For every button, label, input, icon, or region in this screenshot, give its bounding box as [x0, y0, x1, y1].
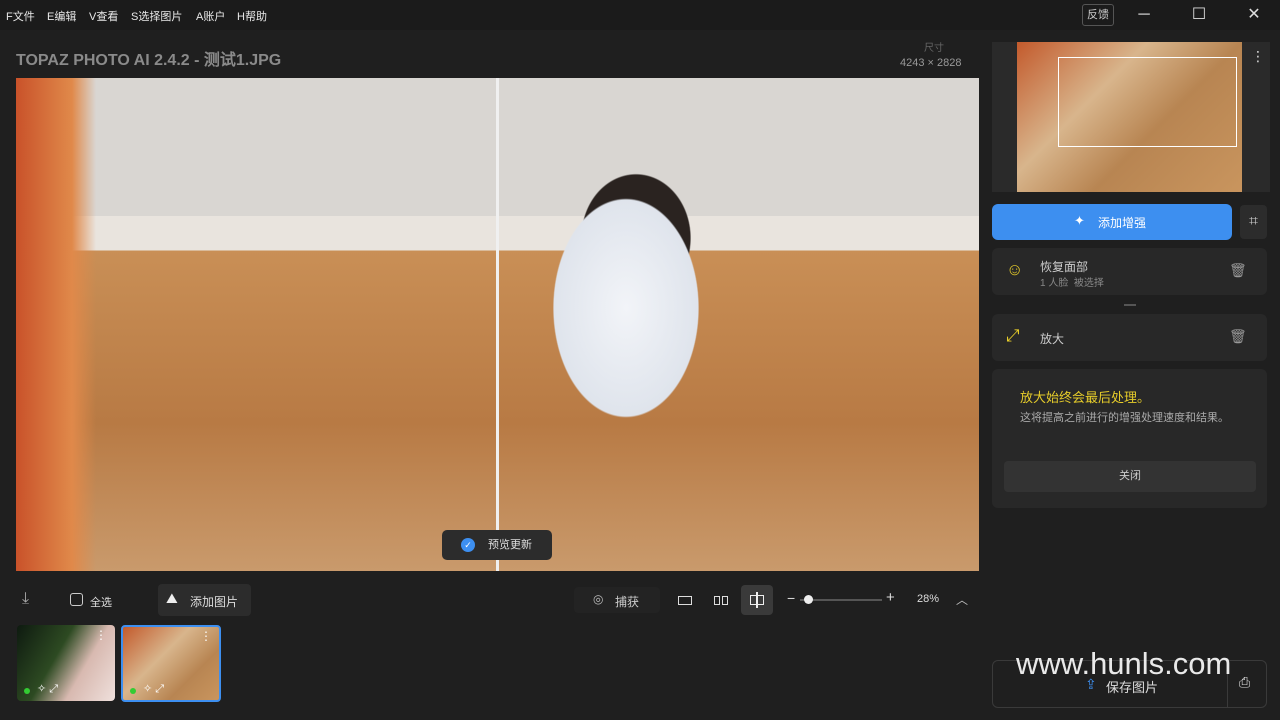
camera-icon: ◎: [593, 592, 604, 606]
close-notice-button[interactable]: 关闭: [1004, 461, 1256, 492]
crop-button[interactable]: ⌗: [1240, 205, 1267, 239]
zoom-out-button[interactable]: −: [787, 590, 795, 606]
import-icon[interactable]: ⤓: [22, 590, 29, 608]
more-icon[interactable]: ⋮: [200, 629, 212, 643]
compare-split-handle[interactable]: [496, 78, 499, 571]
capture-label: 捕获: [615, 595, 640, 609]
split-line: [756, 592, 758, 608]
capture-button[interactable]: ◎ 捕获: [574, 587, 660, 613]
preview-update-badge: ✓ 预览更新: [442, 530, 552, 560]
menu-bar: F文件 E编辑 V查看 S选择图片 A账户 H帮助 反馈 ─ ☐ ✕: [0, 0, 1280, 30]
single-view-icon[interactable]: [678, 596, 692, 605]
more-icon[interactable]: ⋮: [1251, 48, 1265, 65]
add-image-button[interactable]: ⛰ 添加图片: [158, 584, 251, 616]
trash-icon[interactable]: 🗑: [1229, 328, 1247, 345]
select-all-checkbox[interactable]: [70, 593, 83, 606]
dimensions-label: 尺寸: [924, 43, 944, 54]
watermark: www.hunls.com: [1016, 646, 1232, 681]
chevron-up-icon[interactable]: ︿: [956, 591, 968, 608]
menu-edit[interactable]: E编辑: [47, 8, 76, 24]
dimensions-value: 4243 × 2828: [900, 57, 962, 69]
sparkle-add-icon: ✦: [1074, 213, 1085, 228]
save-settings-icon[interactable]: ⎙: [1239, 674, 1250, 691]
drag-handle[interactable]: [1124, 304, 1136, 306]
menu-file[interactable]: F文件: [6, 8, 35, 24]
face-subtitle: 1 人脸 被选择: [1040, 278, 1104, 289]
menu-select-image[interactable]: S选择图片: [131, 8, 182, 24]
zoom-slider[interactable]: [800, 595, 882, 604]
side-by-side-icon[interactable]: [714, 596, 720, 605]
menu-account[interactable]: A账户: [196, 8, 225, 24]
upscale-notice: 放大始终会最后处理。 这将提高之前进行的增强处理速度和结果。 关闭: [992, 369, 1267, 508]
page-title: TOPAZ PHOTO AI 2.4.2 - 测试1.JPG: [16, 52, 282, 69]
trash-icon[interactable]: 🗑: [1229, 262, 1247, 279]
expand-arrows-icon: ⤢: [1006, 326, 1020, 345]
add-enhancement-button[interactable]: ✦ 添加增强: [992, 204, 1232, 240]
face-recovery-card[interactable]: ☺ 恢复面部 1 人脸 被选择 🗑: [992, 248, 1267, 295]
thumbnail-1[interactable]: ⋮ ✧ ⤢: [17, 625, 115, 701]
notice-body: 这将提高之前进行的增强处理速度和结果。: [1020, 412, 1229, 424]
more-icon[interactable]: ⋮: [95, 628, 107, 642]
crop-icon: ⌗: [1248, 213, 1258, 230]
upscale-title: 放大: [1040, 332, 1065, 346]
zoom-slider-knob[interactable]: [804, 595, 814, 604]
background-art: [16, 78, 96, 571]
face-title: 恢复面部: [1040, 260, 1089, 274]
maximize-button[interactable]: ☐: [1184, 4, 1214, 26]
upscale-card[interactable]: ⤢ 放大 🗑: [992, 314, 1267, 361]
minimize-button[interactable]: ─: [1129, 4, 1159, 26]
image-preview[interactable]: [16, 78, 979, 571]
add-image-label: 添加图片: [190, 595, 239, 609]
image-add-icon: ⛰: [166, 590, 178, 606]
select-all-label: 全选: [90, 597, 112, 609]
menu-view[interactable]: V查看: [89, 8, 118, 24]
close-button[interactable]: ✕: [1239, 4, 1269, 26]
split-view-button[interactable]: [741, 585, 773, 615]
feedback-button[interactable]: 反馈: [1082, 4, 1114, 26]
status-dot: [130, 688, 136, 694]
navigator-viewport[interactable]: [1058, 57, 1237, 147]
preview-status-text: 预览更新: [488, 539, 532, 551]
notice-title: 放大始终会最后处理。: [1020, 390, 1151, 405]
side-by-side-icon-part: [722, 596, 728, 605]
enhance-icons: ✧ ⤢: [143, 683, 165, 695]
zoom-value: 28%: [917, 593, 940, 605]
navigator-thumbnail[interactable]: [1017, 42, 1242, 192]
add-enhancement-label: 添加增强: [1098, 216, 1147, 230]
face-icon: ☺: [1006, 260, 1024, 279]
enhance-icons: ✧ ⤢: [37, 683, 59, 695]
zoom-in-button[interactable]: +: [886, 589, 895, 606]
thumbnail-2-selected[interactable]: ⋮ ✧ ⤢: [121, 625, 221, 702]
check-icon: ✓: [461, 538, 475, 552]
status-dot: [24, 688, 30, 694]
menu-help[interactable]: H帮助: [237, 8, 267, 24]
